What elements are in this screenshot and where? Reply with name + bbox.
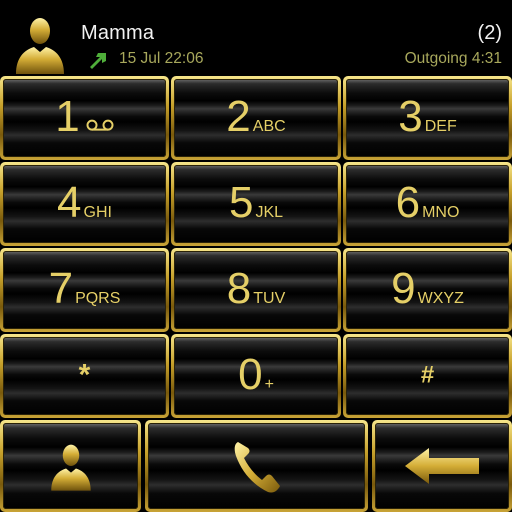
call-log-header[interactable]: Mamma (2) 15 Jul 22:06 Outgoing 4:31 [0, 0, 512, 76]
key-2[interactable]: 2 ABC [171, 76, 341, 160]
key-letters: ABC [252, 118, 286, 136]
key-7[interactable]: 7 PQRS [0, 248, 169, 332]
key-digit: * [78, 358, 91, 392]
key-letters: TUV [253, 290, 286, 308]
call-button[interactable] [145, 420, 368, 512]
key-letters: PQRS [75, 290, 121, 308]
key-1[interactable]: 1 [0, 76, 169, 160]
key-8[interactable]: 8 TUV [171, 248, 341, 332]
key-letters: MNO [422, 204, 460, 222]
person-icon [50, 444, 91, 491]
key-digit: 3 [398, 92, 423, 142]
key-digit: 0 [238, 350, 263, 400]
key-star[interactable]: * [0, 334, 169, 418]
key-digit: 7 [48, 264, 74, 314]
key-digit: 1 [55, 92, 80, 142]
call-count-badge: (2) [477, 22, 502, 44]
key-digit: # [420, 361, 435, 389]
backspace-arrow-icon [405, 448, 479, 484]
key-digit: 6 [395, 178, 421, 228]
key-3[interactable]: 3 DEF [343, 76, 512, 160]
key-digit: 8 [226, 264, 252, 314]
key-letters: WXYZ [417, 290, 464, 308]
backspace-button[interactable] [372, 420, 512, 512]
phone-handset-icon [234, 442, 280, 493]
key-digit: 4 [57, 178, 82, 228]
call-timestamp: 15 Jul 22:06 [119, 50, 204, 67]
key-digit: 2 [226, 92, 251, 142]
key-4[interactable]: 4 GHI [0, 162, 169, 246]
key-letters: DEF [424, 118, 457, 136]
key-digit: 9 [391, 264, 416, 314]
contact-name: Mamma [81, 22, 155, 44]
key-letters: + [264, 376, 274, 394]
key-5[interactable]: 5 JKL [171, 162, 341, 246]
key-digit: 5 [228, 178, 254, 228]
key-letters: GHI [83, 204, 112, 222]
voicemail-icon [86, 119, 114, 131]
key-9[interactable]: 9 WXYZ [343, 248, 512, 332]
outgoing-call-arrow-icon [90, 53, 106, 69]
key-6[interactable]: 6 MNO [343, 162, 512, 246]
call-type-duration: Outgoing 4:31 [404, 50, 502, 67]
key-letters: JKL [255, 204, 284, 222]
person-silhouette-icon[interactable] [12, 14, 68, 74]
key-0[interactable]: 0 + [171, 334, 341, 418]
contacts-button[interactable] [0, 420, 141, 512]
key-hash[interactable]: # [343, 334, 512, 418]
